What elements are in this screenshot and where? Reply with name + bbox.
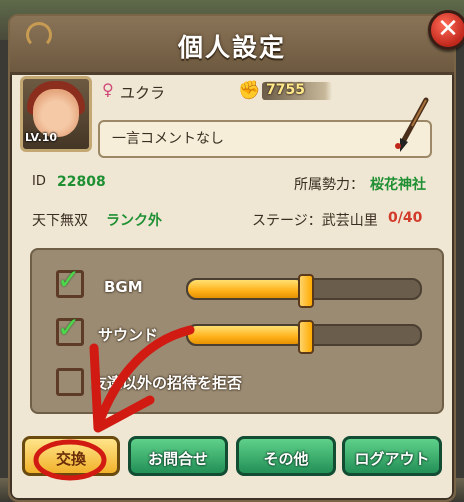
sound-slider[interactable] xyxy=(186,320,422,354)
faction-value: 桜花神社 xyxy=(370,177,426,193)
sound-slider-thumb[interactable] xyxy=(298,320,314,354)
id-value: 22808 xyxy=(57,174,106,190)
rank-label: 天下無双 xyxy=(32,213,88,229)
comment-text: 一言コメントなし xyxy=(112,131,224,147)
bgm-label: BGM xyxy=(104,278,143,296)
close-button[interactable]: ✕ xyxy=(428,10,464,50)
avatar[interactable]: LV.10 xyxy=(20,76,92,152)
brush-icon[interactable] xyxy=(392,96,432,154)
check-mark-icon: ✓ xyxy=(57,311,81,344)
dialog-title: 個人設定 xyxy=(177,33,286,62)
sound-slider-fill xyxy=(188,326,304,344)
female-gender-icon: ♀ xyxy=(102,80,114,99)
id-label: ID xyxy=(32,174,46,189)
bgm-slider-fill xyxy=(188,280,304,298)
tab-inquiry[interactable]: お問合せ xyxy=(128,436,228,476)
rank-value: ランク外 xyxy=(106,213,162,229)
reject-invite-checkbox[interactable] xyxy=(56,368,84,396)
title-bar: 個人設定 xyxy=(10,16,454,75)
stage-label: ステージ：武芸山里 xyxy=(252,213,378,229)
tab-others[interactable]: その他 xyxy=(236,436,336,476)
player-level: LV.10 xyxy=(25,131,58,144)
stage-value: 0/40 xyxy=(388,210,423,226)
sound-checkbox[interactable]: ✓ xyxy=(56,311,84,346)
faction-label: 所属勢力： xyxy=(294,177,364,193)
check-mark-icon: ✓ xyxy=(57,263,81,296)
power-value: 7755 xyxy=(266,82,305,98)
tab-logout[interactable]: ログアウト xyxy=(342,436,442,476)
sound-label: サウンド xyxy=(98,326,159,344)
bgm-checkbox[interactable]: ✓ xyxy=(56,263,84,298)
bgm-slider-thumb[interactable] xyxy=(298,274,314,308)
player-name: ユクラ xyxy=(120,84,166,102)
reject-invite-label: 友達以外の招待を拒否 xyxy=(92,374,243,392)
fist-icon: ✊ xyxy=(238,80,261,101)
bgm-slider[interactable] xyxy=(186,274,422,308)
avatar-face xyxy=(33,89,79,137)
tab-exchange[interactable]: 交換 xyxy=(22,436,120,476)
